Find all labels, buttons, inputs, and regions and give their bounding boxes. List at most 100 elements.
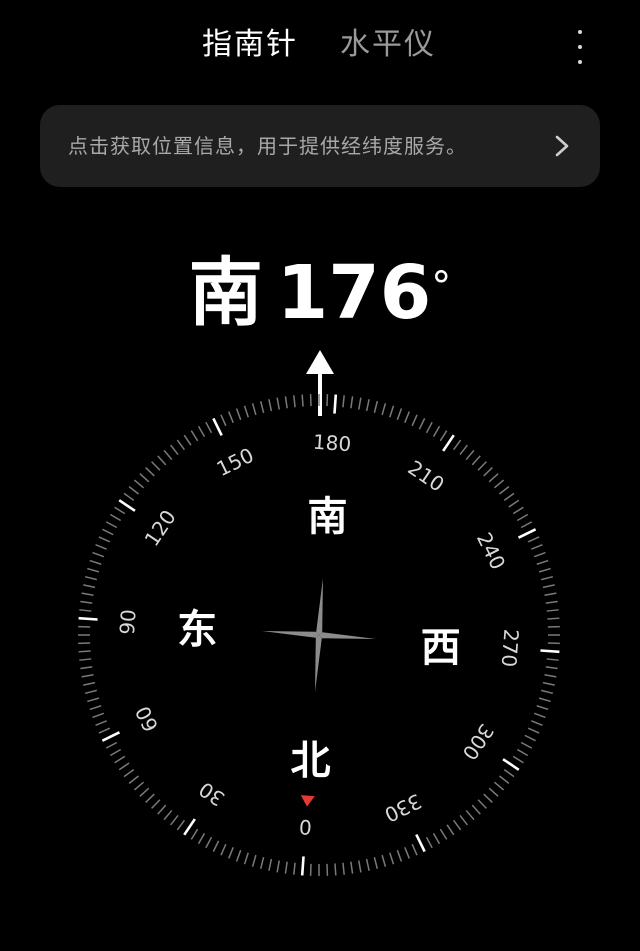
- tick-mark: [502, 758, 520, 771]
- tick-mark: [220, 843, 227, 856]
- tick-mark: [365, 399, 370, 412]
- tick-mark: [78, 616, 98, 621]
- tick-mark: [145, 467, 155, 477]
- tick-mark: [98, 727, 111, 734]
- tick-mark: [228, 847, 234, 859]
- tick-mark: [163, 449, 173, 461]
- tick-mark: [446, 824, 455, 836]
- tick-mark: [516, 748, 529, 757]
- tick-mark: [439, 430, 448, 442]
- tick-mark: [101, 731, 121, 742]
- tick-mark: [404, 411, 410, 423]
- tick-mark: [78, 650, 91, 653]
- tick-mark: [81, 674, 94, 678]
- tick-mark: [545, 666, 558, 670]
- tick-mark: [508, 499, 520, 508]
- tick-mark: [139, 787, 150, 797]
- tick-mark: [276, 860, 280, 873]
- tick-mark: [546, 609, 559, 612]
- tick-mark: [546, 658, 559, 661]
- tick-mark: [389, 405, 395, 418]
- tick-mark: [79, 609, 92, 612]
- tick-mark: [471, 804, 481, 815]
- tick-mark: [396, 408, 403, 421]
- tick-mark: [183, 818, 196, 836]
- tick-mark: [418, 418, 426, 430]
- degree-symbol: °: [431, 264, 452, 310]
- tick-mark: [483, 467, 493, 477]
- tick-mark: [373, 400, 379, 413]
- tick-mark: [251, 854, 257, 867]
- tick-mark: [547, 617, 560, 620]
- location-permission-banner[interactable]: 点击获取位置信息，用于提供经纬度服务。: [40, 105, 600, 187]
- tick-mark: [102, 528, 114, 536]
- tab-level[interactable]: 水平仪: [340, 22, 436, 68]
- tick-mark: [425, 421, 433, 434]
- tick-mark: [190, 828, 199, 840]
- tick-mark: [92, 551, 105, 558]
- tick-mark: [538, 567, 551, 573]
- more-vertical-icon[interactable]: [568, 30, 592, 64]
- tick-mark: [531, 544, 543, 550]
- tick-mark: [109, 748, 122, 757]
- tick-mark: [84, 689, 97, 695]
- tick-mark: [477, 799, 487, 809]
- tick-mark: [542, 681, 555, 686]
- tick-mark: [276, 397, 280, 410]
- tick-mark: [520, 741, 533, 749]
- tick-mark: [243, 852, 249, 865]
- tick-mark: [538, 697, 551, 703]
- tick-mark: [176, 819, 186, 831]
- tick-mark: [151, 799, 161, 809]
- tick-mark: [540, 649, 560, 654]
- compass-dial[interactable]: 180 210 240 270 300 330 0 30 60 90 120 150 南西北东: [78, 394, 560, 876]
- tick-mark: [170, 444, 179, 456]
- tick-mark: [471, 455, 481, 466]
- tick-mark: [220, 414, 227, 427]
- tick-mark: [520, 521, 533, 529]
- tick-mark: [531, 720, 543, 726]
- tick-mark: [541, 575, 554, 581]
- tick-mark: [381, 403, 387, 416]
- tick-mark: [170, 814, 179, 826]
- banner-text: 点击获取位置信息，用于提供经纬度服务。: [68, 134, 467, 158]
- tick-mark: [128, 775, 140, 784]
- tick-mark: [358, 860, 362, 873]
- tick-mark: [498, 775, 510, 784]
- tab-bar: 指南针 水平仪: [0, 22, 640, 72]
- tick-mark: [235, 408, 242, 421]
- tick-mark: [157, 804, 167, 815]
- tab-compass[interactable]: 指南针: [202, 22, 298, 68]
- tick-mark: [105, 521, 118, 529]
- tick-mark: [176, 439, 186, 451]
- tick-mark: [205, 836, 213, 849]
- tick-mark: [133, 781, 145, 791]
- tick-mark: [342, 395, 345, 408]
- heading-readout: 南 176°: [0, 248, 640, 338]
- tick-mark: [80, 600, 93, 604]
- tick-mark: [333, 394, 338, 414]
- tick-mark: [259, 857, 265, 870]
- tick-mark: [190, 430, 199, 442]
- tick-mark: [350, 861, 354, 874]
- tick-mark: [284, 396, 288, 409]
- tick-mark: [432, 832, 441, 845]
- tick-mark: [228, 411, 234, 423]
- tick-mark: [268, 858, 273, 871]
- tick-mark: [79, 658, 92, 661]
- tick-mark: [212, 840, 220, 852]
- tick-mark: [512, 755, 524, 764]
- tick-mark: [80, 666, 93, 670]
- tick-mark: [493, 479, 505, 489]
- tick-mark: [373, 857, 379, 870]
- tick-mark: [439, 828, 448, 840]
- tick-mark: [212, 417, 223, 437]
- tick-mark: [415, 833, 426, 853]
- compass-scale: [78, 394, 560, 876]
- tick-mark: [533, 551, 546, 558]
- heading-degrees: 176: [276, 250, 432, 336]
- tick-mark: [89, 705, 102, 711]
- tick-mark: [350, 396, 354, 409]
- tick-mark: [98, 536, 111, 543]
- tick-mark: [95, 720, 107, 726]
